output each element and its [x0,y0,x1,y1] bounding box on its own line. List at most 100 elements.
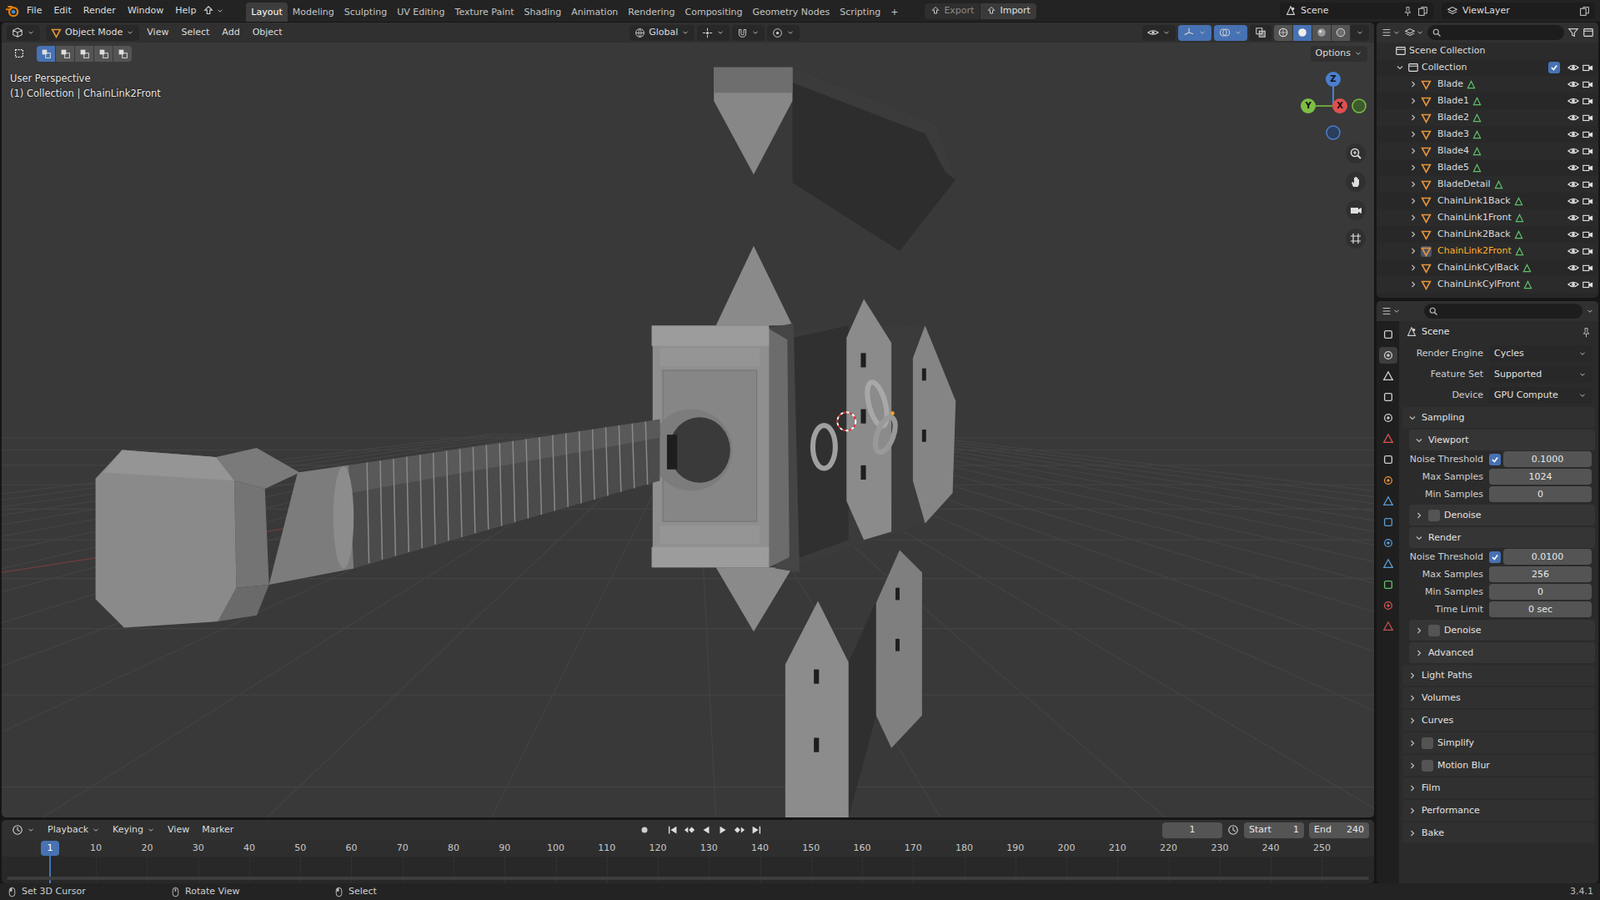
timeline-menu[interactable]: View [162,822,195,837]
panel-checkbox[interactable] [1421,759,1434,772]
ortho-toggle-button[interactable] [1345,228,1366,249]
eye-icon[interactable] [1567,195,1580,207]
panel-header[interactable]: Motion Blur [1402,754,1595,776]
properties-tab[interactable] [1379,555,1398,572]
properties-tab[interactable] [1379,596,1398,614]
camera-icon[interactable] [1581,161,1594,174]
properties-tab[interactable] [1379,576,1398,593]
exclude-checkbox[interactable] [1548,61,1560,74]
number-field[interactable]: 256 [1489,566,1592,582]
outliner-row[interactable]: BladeDetail [1376,175,1599,193]
number-field[interactable]: 0 [1489,583,1592,600]
properties-tab[interactable] [1379,326,1398,343]
property-dropdown[interactable]: GPU Compute [1489,386,1592,404]
frame-ruler[interactable]: 1020304050607080901001101201301401501601… [1,839,1375,857]
eye-icon[interactable] [1567,261,1580,274]
gizmo-axis[interactable]: Z [1325,71,1341,87]
menu-item[interactable]: Window [122,2,169,19]
properties-tab[interactable] [1379,513,1398,531]
panel-checkbox[interactable] [1421,737,1434,749]
camera-icon[interactable] [1581,128,1594,141]
camera-icon[interactable] [1581,261,1594,274]
camera-icon[interactable] [1581,111,1594,124]
menu-item[interactable]: Help [170,2,201,19]
menu-item[interactable]: Edit [48,2,76,19]
panel-header[interactable]: Performance [1402,799,1595,821]
outliner-search[interactable] [1427,25,1565,41]
properties-tab[interactable] [1379,534,1398,552]
outliner-row[interactable]: ChainLinkCylBack [1376,259,1599,276]
scene-selector[interactable]: Scene [1279,2,1434,20]
workspace-tab[interactable]: Animation [566,2,623,22]
view-layer-selector[interactable]: ViewLayer [1441,2,1595,20]
eye-icon[interactable] [1567,145,1580,157]
scene-name[interactable]: Scene [1300,5,1399,16]
blender-logo-icon[interactable] [5,3,21,19]
jump-end-button[interactable] [750,823,763,836]
panel-chevron-icon[interactable] [1414,625,1425,636]
timeline-scrollbar[interactable] [6,876,1370,880]
camera-icon[interactable] [1581,195,1594,207]
viewport-menu[interactable]: Add [216,25,245,40]
workspace-tab[interactable]: Rendering [622,2,680,22]
panel-header[interactable]: Denoise [1409,619,1595,641]
panel-header[interactable]: Denoise [1409,504,1595,526]
editor-type-button[interactable] [6,822,41,838]
panel-chevron-icon[interactable] [1407,760,1418,771]
panel-chevron-icon[interactable] [1407,692,1418,703]
mode-dropdown[interactable]: Object Mode [45,25,140,41]
selection-mode-button[interactable] [55,45,75,62]
selection-mode-button[interactable] [75,45,94,62]
number-field[interactable]: 0 [1489,486,1592,502]
properties-tab[interactable] [1379,388,1398,406]
outliner-row[interactable]: Collection [1376,59,1599,76]
properties-tab[interactable] [1379,617,1398,635]
copy-icon[interactable] [1579,5,1590,17]
eye-icon[interactable] [1567,95,1580,107]
property-checkbox[interactable] [1489,551,1501,563]
panel-header[interactable]: Bake [1402,822,1595,843]
selection-mode-button[interactable] [36,45,56,62]
gizmo-toggle[interactable] [1178,25,1212,41]
panel-chevron-icon[interactable] [1407,782,1418,793]
number-field[interactable]: 0.1000 [1503,451,1592,467]
property-dropdown[interactable]: Supported [1489,366,1592,383]
properties-tab[interactable] [1379,492,1398,510]
workspace-tab[interactable]: Modeling [287,2,340,22]
gizmo-axis[interactable]: Y [1300,98,1316,114]
options-dropdown[interactable]: Options [1310,45,1368,62]
camera-icon[interactable] [1581,245,1594,257]
expand-toggle-icon[interactable] [1408,129,1419,140]
pivot-dropdown[interactable] [697,25,730,41]
workspace-tab[interactable]: Layout [245,2,287,22]
file-browser-icon[interactable] [202,5,215,17]
tool-icon-button[interactable] [8,45,31,62]
outliner-row[interactable]: Blade1 [1376,92,1599,110]
playhead[interactable]: 1 [40,840,60,856]
camera-icon[interactable] [1581,178,1594,191]
current-frame-field[interactable]: 1 [1162,822,1223,838]
eye-icon[interactable] [1567,78,1580,91]
display-mode-button[interactable] [1404,26,1425,39]
dropdown-chevron-icon[interactable] [215,6,225,16]
panel-chevron-icon[interactable] [1414,510,1425,521]
eye-icon[interactable] [1567,278,1580,291]
eye-icon[interactable] [1567,161,1580,174]
editor-type-button[interactable] [1380,305,1401,317]
camera-icon[interactable] [1581,61,1594,74]
panel-header[interactable]: Light Paths [1402,664,1595,686]
expand-toggle-icon[interactable] [1408,112,1419,123]
number-field[interactable]: 1024 [1489,468,1592,485]
workspace-tab[interactable]: Sculpting [339,2,392,22]
properties-tab[interactable] [1379,367,1398,385]
expand-toggle-icon[interactable] [1408,212,1419,223]
xray-toggle[interactable] [1249,25,1272,41]
prev-keyframe-button[interactable] [683,823,696,836]
camera-icon[interactable] [1581,145,1594,157]
expand-toggle-icon[interactable] [1408,229,1419,240]
panel-header[interactable]: Render [1409,526,1595,548]
panel-chevron-icon[interactable] [1414,532,1425,543]
outliner-row[interactable]: Blade [1376,75,1599,93]
expand-toggle-icon[interactable] [1408,262,1419,273]
editor-type-button[interactable] [6,25,41,41]
